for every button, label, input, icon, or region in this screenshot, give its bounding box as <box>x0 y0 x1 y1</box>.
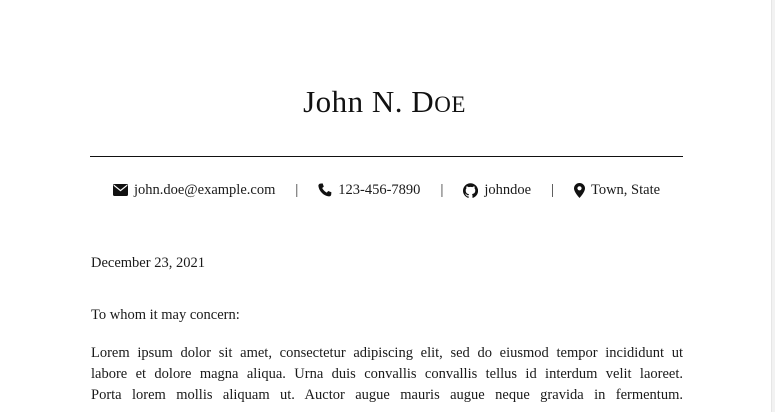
scrollbar-track[interactable] <box>771 0 775 412</box>
contact-separator: | <box>295 181 299 198</box>
letter-page: John N. DOE john.doe@example.com | 123-4… <box>0 0 772 412</box>
contact-github[interactable]: johndoe <box>463 182 531 199</box>
letter-date: December 23, 2021 <box>91 255 205 271</box>
map-marker-icon <box>573 182 585 198</box>
location-text: Town, State <box>590 181 661 198</box>
body-line: labore et dolore magna aliqua. Urna duis… <box>91 366 683 382</box>
contact-email[interactable]: john.doe@example.com <box>112 181 276 199</box>
phone-text: 123-456-7890 <box>338 181 421 198</box>
document-viewport: John N. DOE john.doe@example.com | 123-4… <box>0 0 775 412</box>
letter-salutation: To whom it may concern: <box>91 307 240 323</box>
phone-icon <box>318 183 332 197</box>
contact-phone[interactable]: 123-456-7890 <box>318 182 420 199</box>
sender-name: John N. DOE <box>0 82 769 125</box>
contact-location: Town, State <box>573 181 661 199</box>
contact-bar: john.doe@example.com | 123-456-7890 | jo… <box>90 180 683 200</box>
contact-separator: | <box>440 181 444 198</box>
email-text: john.doe@example.com <box>133 181 276 198</box>
letter-body: Lorem ipsum dolor sit amet, consectetur … <box>91 343 683 406</box>
header-divider <box>90 156 683 157</box>
body-line: Porta lorem mollis aliquam ut. Auctor au… <box>91 387 683 403</box>
sender-name-main: John N. D <box>303 84 435 119</box>
envelope-icon <box>112 184 128 196</box>
github-text: johndoe <box>484 181 532 198</box>
github-icon <box>463 182 479 198</box>
contact-separator: | <box>551 181 554 198</box>
body-line: Lorem ipsum dolor sit amet, consectetur … <box>91 345 683 361</box>
sender-name-smallcaps: OE <box>434 92 466 117</box>
